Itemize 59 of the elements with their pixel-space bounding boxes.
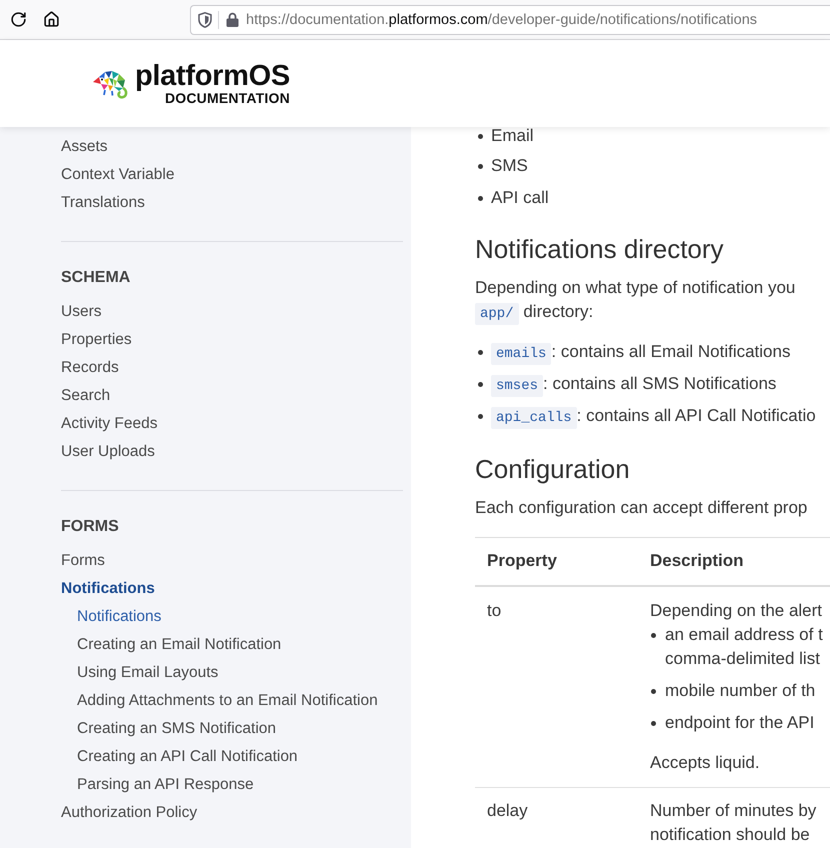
nav-link[interactable]: Parsing an API Response — [77, 771, 254, 799]
nav-section-heading: SCHEMA — [61, 268, 130, 288]
nav-link[interactable]: Translations — [61, 189, 145, 217]
nav-link[interactable]: Authorization Policy — [61, 799, 198, 827]
url-text: https://documentation.platformos.com/developer-guide/notifications/notifications — [246, 12, 758, 28]
table-cell-text: to — [486, 600, 502, 622]
bullet-icon — [478, 414, 483, 418]
list-item-text: API call — [491, 188, 549, 208]
shield-icon[interactable] — [198, 12, 212, 28]
nav-link[interactable]: Assets — [61, 133, 108, 161]
nav-section-heading: FORMS — [61, 517, 119, 537]
paragraph-text: Each configuration can accept different prop — [475, 497, 808, 519]
list-item-text: Email — [491, 128, 534, 144]
column-header: Property — [486, 550, 558, 572]
bullet-icon — [478, 350, 483, 354]
list-item-text: endpoint for the API — [665, 712, 814, 734]
list-item-text: api_calls : contains all API Call Notificatio — [491, 404, 816, 428]
table-cell-text: delay — [486, 800, 529, 822]
nav-link[interactable]: Notifications — [77, 603, 162, 631]
nav-link[interactable]: Records — [61, 354, 119, 382]
nav-link[interactable]: Search — [61, 382, 110, 410]
bullet-icon — [478, 164, 483, 168]
nav-link[interactable]: User Uploads — [61, 438, 155, 466]
nav-link[interactable]: Creating an API Call Notification — [77, 743, 298, 771]
list-item-text: SMS — [491, 156, 528, 176]
paragraph-text: Depending on what type of notification you app/ directory: — [475, 276, 796, 324]
logo-subtitle[interactable]: DOCUMENTATION — [164, 90, 290, 104]
chameleon-icon — [93, 68, 129, 98]
bullet-icon — [478, 134, 483, 138]
list-item-text: smses : contains all SMS Notifications — [491, 372, 776, 396]
nav-link[interactable]: Adding Attachments to an Email Notification — [77, 687, 378, 715]
list-item-text: mobile number of th — [665, 680, 816, 702]
bullet-icon — [651, 633, 656, 638]
section-heading: Configuration — [475, 453, 630, 485]
nav-link[interactable]: Activity Feeds — [61, 410, 158, 438]
column-header: Description — [649, 550, 745, 572]
section-heading: Notifications directory — [475, 233, 724, 265]
cell-text: Number of minutes by notification should be — [650, 800, 816, 846]
bullet-icon — [651, 721, 656, 726]
home-icon — [42, 11, 60, 28]
nav-link[interactable]: Context Variable — [61, 161, 174, 189]
nav-link[interactable]: Notifications — [61, 575, 155, 603]
nav-link[interactable]: Users — [61, 298, 102, 326]
nav-link[interactable]: Properties — [61, 326, 132, 354]
nav-link[interactable]: Creating an SMS Notification — [77, 715, 276, 743]
cell-text: Depending on the alert — [650, 600, 822, 622]
reload-icon — [10, 11, 26, 28]
logo-wordmark[interactable]: platformOS — [135, 62, 290, 90]
nav-link[interactable]: Creating an Email Notification — [77, 631, 282, 659]
nav-link[interactable]: Using Email Layouts — [77, 659, 218, 687]
bullet-icon — [651, 689, 656, 694]
cell-text: Accepts liquid. — [650, 752, 760, 774]
bullet-icon — [478, 196, 483, 200]
list-item-text: an email address of t comma-delimited list — [665, 624, 823, 670]
list-item-text: emails : contains all Email Notifications — [491, 340, 790, 364]
nav-link[interactable]: Forms — [61, 547, 105, 575]
address-bar[interactable]: https://documentation.platformos.com/developer-guide/notifications/notifications — [190, 4, 830, 34]
lock-icon — [226, 12, 239, 27]
bullet-icon — [478, 382, 483, 386]
